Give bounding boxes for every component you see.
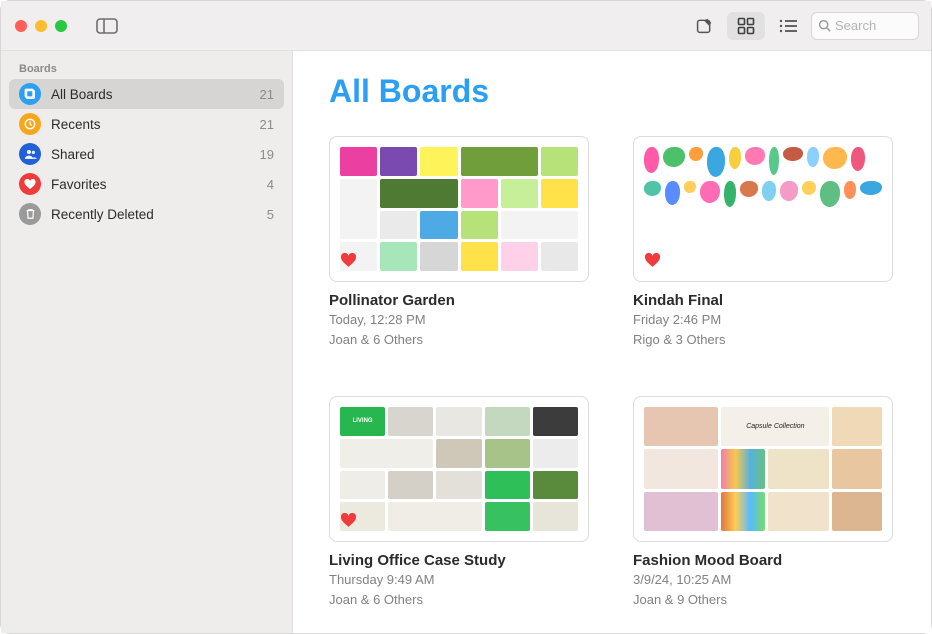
board-thumbnail bbox=[633, 136, 893, 282]
board-title: Living Office Case Study bbox=[329, 552, 589, 569]
all-boards-icon bbox=[19, 83, 41, 105]
sidebar-item-count: 19 bbox=[260, 147, 274, 162]
list-icon bbox=[778, 18, 798, 34]
sidebar: Boards All Boards 21 Recents 21 bbox=[1, 51, 293, 633]
grid-icon bbox=[737, 17, 755, 35]
sidebar-item-label: All Boards bbox=[51, 87, 250, 102]
sidebar-item-shared[interactable]: Shared 19 bbox=[1, 139, 292, 169]
sidebar-icon bbox=[96, 18, 118, 34]
board-sharing: Joan & 9 Others bbox=[633, 591, 893, 609]
board-timestamp: Friday 2:46 PM bbox=[633, 311, 893, 329]
board-timestamp: Thursday 9:49 AM bbox=[329, 571, 589, 589]
board-title: Kindah Final bbox=[633, 292, 893, 309]
sidebar-item-recently-deleted[interactable]: Recently Deleted 5 bbox=[1, 199, 292, 229]
titlebar bbox=[1, 1, 931, 51]
clock-icon bbox=[19, 113, 41, 135]
board-timestamp: Today, 12:28 PM bbox=[329, 311, 589, 329]
sidebar-item-all-boards[interactable]: All Boards 21 bbox=[9, 79, 284, 109]
board-card[interactable]: LIVING Living Office bbox=[329, 396, 589, 608]
thumbnail-art bbox=[644, 147, 882, 271]
minimize-window-button[interactable] bbox=[35, 20, 47, 32]
board-sharing: Joan & 6 Others bbox=[329, 331, 589, 349]
sidebar-item-count: 21 bbox=[260, 87, 274, 102]
view-list-button[interactable] bbox=[769, 12, 807, 40]
compose-icon bbox=[695, 16, 714, 35]
board-thumbnail: Capsule Collection bbox=[633, 396, 893, 542]
sidebar-item-favorites[interactable]: Favorites 4 bbox=[1, 169, 292, 199]
board-sharing: Joan & 6 Others bbox=[329, 591, 589, 609]
toggle-sidebar-button[interactable] bbox=[95, 17, 119, 35]
close-window-button[interactable] bbox=[15, 20, 27, 32]
sidebar-item-count: 21 bbox=[260, 117, 274, 132]
thumbnail-art: LIVING bbox=[340, 407, 578, 531]
search-field[interactable] bbox=[811, 12, 919, 40]
new-board-button[interactable] bbox=[685, 12, 723, 40]
view-grid-button[interactable] bbox=[727, 12, 765, 40]
sidebar-item-label: Shared bbox=[51, 147, 250, 162]
search-icon bbox=[818, 19, 831, 32]
board-timestamp: 3/9/24, 10:25 AM bbox=[633, 571, 893, 589]
page-title: All Boards bbox=[329, 73, 895, 110]
main-content: All Boards bbox=[293, 51, 931, 633]
board-sharing: Rigo & 3 Others bbox=[633, 331, 893, 349]
board-thumbnail: LIVING bbox=[329, 396, 589, 542]
trash-icon bbox=[19, 203, 41, 225]
board-card[interactable]: Kindah Final Friday 2:46 PM Rigo & 3 Oth… bbox=[633, 136, 893, 348]
people-icon bbox=[19, 143, 41, 165]
sidebar-item-count: 5 bbox=[267, 207, 274, 222]
search-input[interactable] bbox=[835, 18, 912, 33]
board-title: Pollinator Garden bbox=[329, 292, 589, 309]
toolbar-right bbox=[685, 1, 919, 50]
maximize-window-button[interactable] bbox=[55, 20, 67, 32]
sidebar-item-label: Recents bbox=[51, 117, 250, 132]
window-body: Boards All Boards 21 Recents 21 bbox=[1, 51, 931, 633]
favorite-heart-icon bbox=[340, 253, 357, 271]
heart-icon bbox=[19, 173, 41, 195]
thumbnail-art: Capsule Collection bbox=[644, 407, 882, 531]
thumbnail-art bbox=[340, 147, 578, 271]
sidebar-item-label: Recently Deleted bbox=[51, 207, 257, 222]
favorite-heart-icon bbox=[340, 513, 357, 531]
sidebar-item-count: 4 bbox=[267, 177, 274, 192]
boards-grid: Pollinator Garden Today, 12:28 PM Joan &… bbox=[329, 136, 895, 608]
board-card[interactable]: Capsule Collection Fashion Mood Board 3/… bbox=[633, 396, 893, 608]
favorite-heart-icon bbox=[644, 253, 661, 271]
board-card[interactable]: Pollinator Garden Today, 12:28 PM Joan &… bbox=[329, 136, 589, 348]
board-thumbnail bbox=[329, 136, 589, 282]
sidebar-item-recents[interactable]: Recents 21 bbox=[1, 109, 292, 139]
window-controls bbox=[15, 20, 67, 32]
sidebar-section-header: Boards bbox=[1, 57, 292, 79]
board-title: Fashion Mood Board bbox=[633, 552, 893, 569]
sidebar-item-label: Favorites bbox=[51, 177, 257, 192]
